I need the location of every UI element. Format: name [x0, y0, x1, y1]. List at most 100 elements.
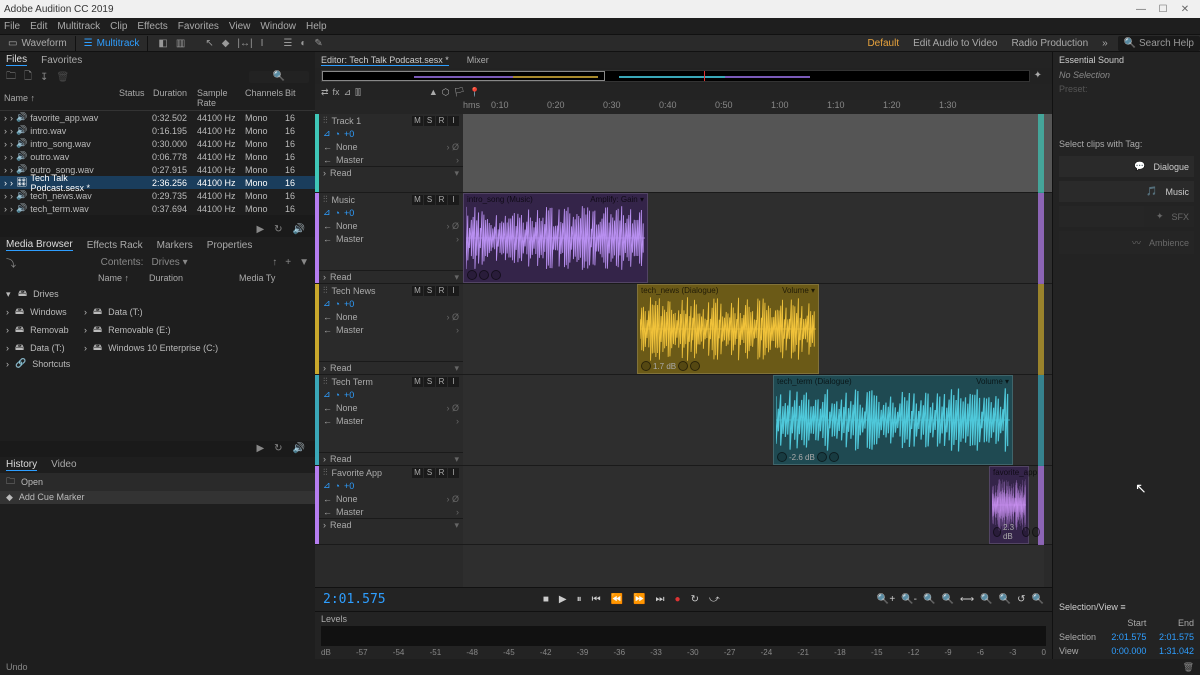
mute-button[interactable]: M — [412, 116, 423, 126]
contents-dropdown[interactable]: Drives ▾ — [151, 257, 187, 268]
play-icon[interactable]: ▶ — [256, 224, 264, 235]
auto-play-icon[interactable]: 🔊 — [293, 224, 305, 235]
toolbar-icon[interactable]: ✎ — [314, 38, 322, 49]
move-tool-icon[interactable]: ↖ — [205, 38, 213, 49]
tool-icon[interactable]: 🏳 — [454, 87, 465, 98]
selection-end[interactable]: 2:01.575 — [1152, 631, 1198, 643]
solo-button[interactable]: S — [424, 195, 435, 205]
track-lane[interactable] — [463, 466, 1052, 545]
play-button[interactable]: ▶ — [559, 594, 567, 605]
audio-clip[interactable]: tech_news (Dialogue)Volume ▾ 1.7 dB — [637, 284, 819, 374]
mute-button[interactable]: M — [412, 468, 423, 478]
time-selection-icon[interactable]: I — [261, 38, 264, 49]
razor-tool-icon[interactable]: ◆ — [222, 38, 230, 49]
tab-files[interactable]: Files — [6, 54, 27, 66]
tab-favorites[interactable]: Favorites — [41, 55, 82, 66]
tab-video[interactable]: Video — [51, 459, 76, 470]
solo-button[interactable]: S — [424, 286, 435, 296]
fx-icon[interactable]: fx — [333, 87, 340, 97]
trash-icon[interactable]: 🗑 — [1183, 662, 1194, 673]
up-icon[interactable]: ↑ — [272, 257, 277, 268]
col-status[interactable]: Status — [119, 88, 149, 108]
tool-icon[interactable]: 📍 — [469, 87, 480, 98]
menu-window[interactable]: Window — [260, 21, 296, 32]
monitor-button[interactable]: I — [448, 377, 459, 387]
folder-icon[interactable]: ⤵ — [6, 255, 16, 270]
tab-properties[interactable]: Properties — [207, 240, 253, 251]
skip-selection-button[interactable]: ⤻ — [709, 594, 720, 605]
loop-icon[interactable]: ↻ — [274, 443, 282, 454]
col-channels[interactable]: Channels — [245, 88, 285, 108]
toolbar-icon[interactable]: ◐ — [300, 38, 306, 49]
forward-button[interactable]: ⏩ — [633, 594, 645, 605]
tag-button-music[interactable]: 🎵Music — [1059, 181, 1194, 202]
menu-clip[interactable]: Clip — [110, 21, 127, 32]
zoom-in-icon[interactable]: 🔍+ — [877, 594, 895, 605]
overview-navigator[interactable]: ✦ — [315, 68, 1052, 84]
zoom-full-icon[interactable]: ⟷ — [960, 594, 974, 605]
arm-record-button[interactable]: R — [436, 195, 447, 205]
menu-effects[interactable]: Effects — [137, 21, 167, 32]
view-end[interactable]: 1:31.042 — [1152, 645, 1198, 657]
arm-record-button[interactable]: R — [436, 377, 447, 387]
send-icon[interactable]: ⊿ — [344, 87, 352, 98]
zoom-out-icon[interactable]: 🔍- — [901, 594, 917, 605]
monitor-button[interactable]: I — [448, 468, 459, 478]
workspace-more-icon[interactable]: » — [1102, 38, 1108, 49]
auto-play-icon[interactable]: 🔊 — [293, 443, 305, 454]
tool-icon[interactable]: ⇄ — [321, 87, 329, 98]
minimize-icon[interactable]: — — [1130, 4, 1152, 15]
tab-history[interactable]: History — [6, 459, 37, 471]
file-row[interactable]: ››🔊intro.wav0:16.19544100 HzMono16 — [0, 124, 315, 137]
menu-view[interactable]: View — [229, 21, 251, 32]
play-icon[interactable]: ▶ — [256, 443, 264, 454]
track-content[interactable]: intro_song (Music)Amplify: Gain ▾ tech_n… — [463, 114, 1052, 587]
file-row[interactable]: ››🎛Tech Talk Podcast.sesx *2:36.25644100… — [0, 176, 315, 189]
zoom-icon[interactable]: 🔍 — [941, 594, 953, 605]
tab-editor[interactable]: Editor: Tech Talk Podcast.sesx * — [321, 55, 449, 66]
toolbar-icon[interactable]: ☰ — [283, 38, 292, 49]
record-button[interactable]: ● — [675, 594, 681, 605]
arm-record-button[interactable]: R — [436, 286, 447, 296]
audio-clip[interactable]: favorite_app 2.3 dB — [989, 466, 1029, 544]
file-row[interactable]: ››🔊favorite_app.wav0:32.50244100 HzMono1… — [0, 111, 315, 124]
audio-clip[interactable]: intro_song (Music)Amplify: Gain ▾ — [463, 193, 648, 283]
solo-button[interactable]: S — [424, 377, 435, 387]
maximize-icon[interactable]: ☐ — [1152, 4, 1174, 15]
workspace-edit-audio[interactable]: Edit Audio to Video — [913, 38, 997, 49]
stop-button[interactable]: ■ — [543, 594, 549, 605]
file-row[interactable]: ››🔊tech_news.wav0:29.73544100 HzMono16 — [0, 189, 315, 202]
audio-clip[interactable]: tech_term (Dialogue)Volume ▾ -2.6 dB — [773, 375, 1013, 465]
file-row[interactable]: ››🔊outro.wav0:06.77844100 HzMono16 — [0, 150, 315, 163]
col-name[interactable]: Name ↑ — [4, 88, 119, 108]
menu-favorites[interactable]: Favorites — [178, 21, 219, 32]
eq-icon[interactable]: ⫿⫿ — [355, 87, 361, 98]
tag-button-dialogue[interactable]: 💬Dialogue — [1059, 156, 1194, 177]
menu-multitrack[interactable]: Multitrack — [57, 21, 100, 32]
tab-markers[interactable]: Markers — [157, 240, 193, 251]
open-file-icon[interactable]: 🗀 — [6, 69, 16, 86]
toolbar-icon[interactable]: ▥ — [176, 38, 185, 49]
rewind-button[interactable]: ⏪ — [611, 594, 623, 605]
loop-icon[interactable]: ↻ — [274, 224, 282, 235]
toolbar-icon[interactable]: ◧ — [158, 38, 167, 49]
record-file-icon[interactable]: 🗋 — [24, 69, 32, 86]
tab-media-browser[interactable]: Media Browser — [6, 239, 73, 251]
multitrack-view-button[interactable]: ☰ Multitrack — [76, 36, 149, 51]
monitor-button[interactable]: I — [448, 195, 459, 205]
files-search-input[interactable]: 🔍 — [249, 71, 309, 83]
zoom-icon[interactable]: 🔍 — [1032, 594, 1044, 605]
close-icon[interactable]: ✕ — [1174, 4, 1196, 15]
track-header[interactable]: ⫶⫶Tech News MSRI ⊿◔+0 ←None› Ø ←Master› … — [315, 284, 463, 375]
pause-button[interactable]: ⏸ — [577, 594, 582, 605]
solo-button[interactable]: S — [424, 468, 435, 478]
trash-icon[interactable]: 🗑 — [56, 72, 69, 83]
search-help[interactable]: 🔍 Search Help — [1118, 36, 1200, 51]
filter-icon[interactable]: ▼ — [299, 257, 309, 268]
go-start-button[interactable]: ⏮ — [592, 594, 601, 605]
monitor-button[interactable]: I — [448, 286, 459, 296]
mute-button[interactable]: M — [412, 195, 423, 205]
zoom-icon[interactable]: 🔍 — [923, 594, 935, 605]
tab-effects-rack[interactable]: Effects Rack — [87, 240, 143, 251]
track-header[interactable]: ⫶⫶Tech Term MSRI ⊿◔+0 ←None› Ø ←Master› … — [315, 375, 463, 466]
